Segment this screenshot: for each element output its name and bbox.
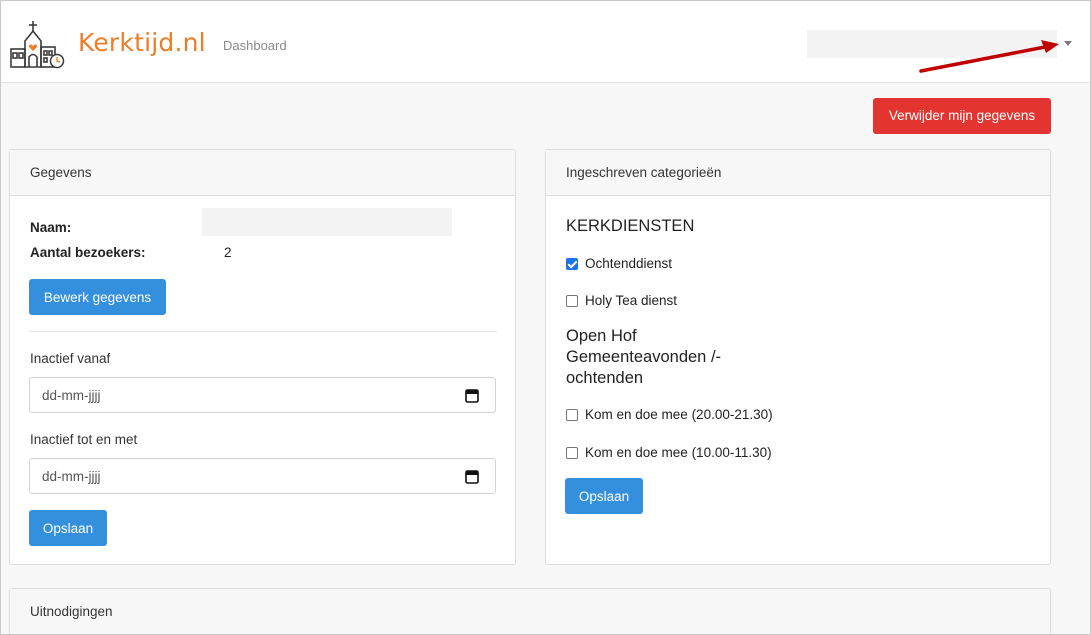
inactive-from-placeholder: dd-mm-jjjj	[42, 388, 101, 403]
checkbox[interactable]	[566, 408, 578, 421]
invitations-card: Uitnodigingen	[9, 588, 1051, 634]
save-categories-button[interactable]: Opslaan	[565, 478, 643, 514]
annotation-arrow-icon	[919, 40, 1059, 73]
category-label: Ochtenddienst	[585, 256, 673, 271]
caret-down-icon[interactable]	[1064, 41, 1072, 46]
category-label: Kom en doe mee (20.00-21.30)	[585, 407, 773, 422]
calendar-icon[interactable]	[465, 469, 479, 484]
section-title-line: Gemeenteavonden /-	[566, 348, 722, 366]
inactive-until-input[interactable]: dd-mm-jjjj	[29, 458, 496, 494]
checkbox-checked[interactable]	[566, 257, 578, 270]
category-kom-en-doe-mee-ochtend[interactable]: Kom en doe mee (10.00-11.30)	[566, 445, 772, 460]
divider	[29, 331, 497, 332]
category-label: Kom en doe mee (10.00-11.30)	[585, 445, 772, 460]
invitations-card-header: Uitnodigingen	[10, 589, 1050, 634]
category-kom-en-doe-mee-avond[interactable]: Kom en doe mee (20.00-21.30)	[566, 407, 773, 422]
category-label: Holy Tea dienst	[585, 293, 678, 308]
navbar: Kerktijd.nl Dashboard	[1, 1, 1090, 83]
brand-name[interactable]: Kerktijd.nl	[78, 28, 206, 57]
category-holy-tea[interactable]: Holy Tea dienst	[566, 293, 677, 308]
delete-my-data-button[interactable]: Verwijder mijn gegevens	[873, 98, 1051, 134]
visitors-value: 2	[224, 245, 232, 260]
inactive-from-input[interactable]: dd-mm-jjjj	[29, 377, 496, 413]
section-title-line: ochtenden	[566, 369, 644, 387]
gegevens-card-header: Gegevens	[10, 150, 515, 196]
category-ochtenddienst[interactable]: Ochtenddienst	[566, 256, 672, 271]
section-title-line: Open Hof	[566, 327, 637, 345]
section-title-kerkdiensten: KERKDIENSTEN	[566, 217, 695, 235]
visitors-label: Aantal bezoekers:	[30, 245, 146, 260]
edit-details-button[interactable]: Bewerk gegevens	[29, 279, 166, 315]
name-label: Naam:	[30, 220, 72, 235]
section-title-open-hof: Open Hof Gemeenteavonden /- ochtenden	[566, 326, 721, 389]
page: Kerktijd.nl Dashboard Verwijder mijn geg…	[0, 0, 1091, 635]
inactive-from-label: Inactief vanaf	[30, 351, 111, 366]
inactive-until-placeholder: dd-mm-jjjj	[42, 469, 101, 484]
inactive-until-label: Inactief tot en met	[30, 432, 138, 447]
categories-card: Ingeschreven categorieën KERKDIENSTEN Oc…	[545, 149, 1051, 565]
checkbox[interactable]	[566, 446, 578, 459]
gegevens-card: Gegevens Naam: Aantal bezoekers: 2 Bewer…	[9, 149, 516, 565]
nav-dashboard-link[interactable]: Dashboard	[223, 38, 287, 53]
checkbox[interactable]	[566, 294, 578, 307]
categories-card-header: Ingeschreven categorieën	[546, 150, 1050, 196]
save-details-button[interactable]: Opslaan	[29, 510, 107, 546]
calendar-icon[interactable]	[465, 388, 479, 403]
name-value	[202, 208, 452, 236]
church-logo-icon[interactable]	[9, 19, 67, 69]
